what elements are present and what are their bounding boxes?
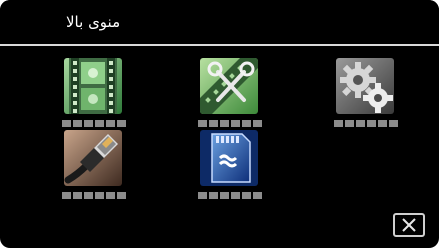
- label-placeholder: [198, 120, 262, 127]
- label-placeholder: [198, 192, 262, 199]
- page-title: منوی بالا: [66, 13, 121, 31]
- gear-settings-icon: [336, 58, 394, 114]
- menu-item-settings[interactable]: [334, 58, 404, 136]
- title-divider: [0, 44, 439, 46]
- label-placeholder: [62, 192, 126, 199]
- label-placeholder: [62, 120, 126, 127]
- close-button[interactable]: [393, 213, 425, 237]
- menu-item-edit[interactable]: [198, 58, 268, 136]
- title-bar: منوی بالا: [0, 0, 439, 44]
- sd-card-icon: [200, 130, 258, 186]
- label-placeholder: [334, 120, 398, 127]
- menu-item-hdmi[interactable]: [62, 130, 132, 208]
- video-edit-icon: [200, 58, 258, 114]
- hdmi-cable-icon: [64, 130, 122, 186]
- menu-item-sd-card[interactable]: [198, 130, 268, 208]
- menu-item-film[interactable]: [62, 58, 132, 136]
- top-menu-screen: منوی بالا: [0, 0, 439, 248]
- film-strip-icon: [64, 58, 122, 114]
- close-x-icon: [402, 218, 416, 232]
